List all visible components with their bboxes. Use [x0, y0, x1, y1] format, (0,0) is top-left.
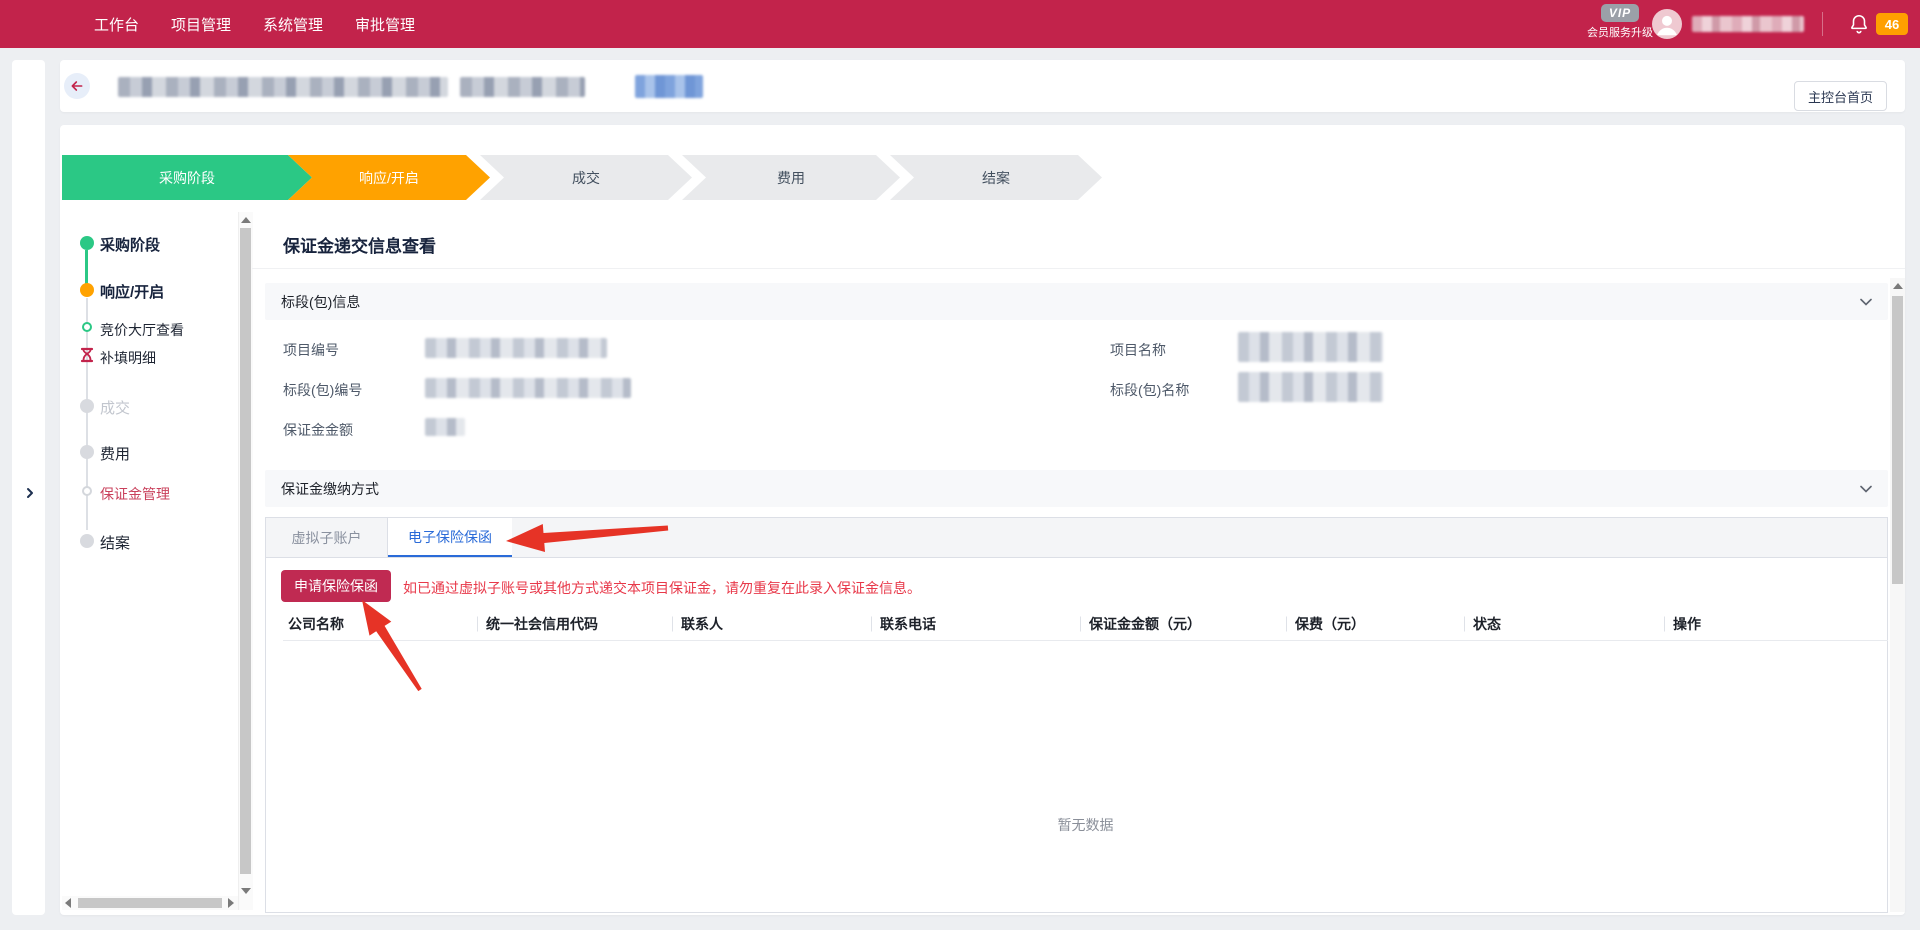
nav-item-system-management[interactable]: 系统管理: [263, 14, 323, 35]
stage-dot-deal: [80, 399, 94, 413]
stage-dot-fees: [80, 445, 94, 459]
field-value-project-no-redacted: [425, 338, 607, 358]
step-fees[interactable]: 费用: [682, 155, 900, 200]
col-status: 状态: [1465, 614, 1665, 634]
status-tag-redacted: [635, 75, 703, 98]
sidebar-item-fill-details[interactable]: 补填明细: [100, 348, 156, 368]
vip-caption: 会员服务升级: [1576, 24, 1664, 40]
section-header-package-info[interactable]: 标段(包)信息: [265, 283, 1888, 320]
col-deposit-amount: 保证金金额（元）: [1081, 614, 1287, 634]
sidebar-item-response-open[interactable]: 响应/开启: [100, 281, 164, 302]
expand-panel-chevron-icon[interactable]: [24, 486, 36, 498]
scroll-right-arrow-icon[interactable]: [228, 898, 234, 908]
field-label-package-no: 标段(包)编号: [283, 380, 362, 400]
step-label: 成交: [572, 168, 600, 188]
section-title: 保证金缴纳方式: [281, 479, 379, 499]
apply-insurance-guarantee-button[interactable]: 申请保险保函: [281, 570, 391, 602]
tab-virtual-subaccount[interactable]: 虚拟子账户: [266, 518, 388, 557]
timeline-connector-done: [85, 250, 88, 284]
content-scrollbar-thumb[interactable]: [1892, 296, 1903, 584]
stage-dot-response-open: [80, 283, 94, 297]
nav-item-workbench[interactable]: 工作台: [94, 14, 139, 35]
sidebar-scrollbar-thumb[interactable]: [240, 228, 251, 874]
sidebar-item-deposit-management[interactable]: 保证金管理: [100, 484, 170, 504]
chevron-down-icon[interactable]: [1860, 298, 1872, 306]
user-icon: [1652, 9, 1682, 39]
table-empty-state: 暂无数据: [283, 815, 1888, 835]
notification-count-badge[interactable]: 46: [1876, 13, 1908, 35]
sub-dot-deposit-management: [82, 486, 92, 496]
field-value-deposit-amount-redacted: [425, 418, 465, 436]
field-value-package-name-redacted: [1238, 372, 1383, 402]
sub-dot-bidding-hall: [82, 322, 92, 332]
title-divider: [252, 268, 1905, 269]
arrow-left-icon: [69, 78, 85, 94]
guarantee-table-header-row: 公司名称 统一社会信用代码 联系人 联系电话 保证金金额（元） 保费（元） 状态…: [283, 608, 1888, 641]
scroll-up-arrow-icon[interactable]: [241, 217, 251, 223]
payment-tabs-card: [265, 517, 1888, 913]
col-company-name: 公司名称: [283, 614, 478, 634]
stage-dot-close-case: [80, 534, 94, 548]
step-label: 结案: [982, 168, 1010, 188]
step-deal[interactable]: 成交: [480, 155, 692, 200]
section-header-payment-method[interactable]: 保证金缴纳方式: [265, 470, 1888, 507]
user-avatar[interactable]: [1652, 9, 1682, 39]
field-label-project-no: 项目编号: [283, 340, 339, 360]
scroll-left-arrow-icon[interactable]: [65, 898, 71, 908]
console-home-button[interactable]: 主控台首页: [1794, 81, 1887, 111]
scroll-down-arrow-icon[interactable]: [241, 888, 251, 894]
step-close-case[interactable]: 结案: [890, 155, 1102, 200]
field-label-deposit-amount: 保证金金额: [283, 420, 353, 440]
step-label: 采购阶段: [159, 168, 215, 188]
col-contact-person: 联系人: [673, 614, 872, 634]
field-label-package-name: 标段(包)名称: [1110, 380, 1189, 400]
sidebar-item-close-case[interactable]: 结案: [100, 532, 130, 553]
sidebar-item-fees[interactable]: 费用: [100, 443, 130, 464]
sidebar-item-deal[interactable]: 成交: [100, 397, 130, 418]
topbar-divider: [1822, 12, 1823, 36]
field-value-package-no-redacted: [425, 378, 631, 398]
main-nav: 工作台 项目管理 系统管理 审批管理: [94, 0, 415, 48]
field-label-project-name: 项目名称: [1110, 340, 1166, 360]
vip-upgrade[interactable]: VIP 会员服务升级: [1576, 4, 1664, 40]
step-response-open[interactable]: 响应/开启: [288, 155, 490, 200]
nav-item-approval-management[interactable]: 审批管理: [355, 14, 415, 35]
col-contact-phone: 联系电话: [872, 614, 1081, 634]
col-credit-code: 统一社会信用代码: [478, 614, 673, 634]
col-actions: 操作: [1665, 614, 1888, 634]
chevron-down-icon[interactable]: [1860, 485, 1872, 493]
notification-bell-icon[interactable]: [1848, 13, 1870, 35]
back-button[interactable]: [64, 73, 90, 99]
step-procurement-stage[interactable]: 采购阶段: [62, 155, 312, 200]
col-premium: 保费（元）: [1287, 614, 1465, 634]
tab-electronic-insurance-guarantee[interactable]: 电子保险保函: [388, 518, 512, 557]
scroll-up-arrow-icon[interactable]: [1893, 283, 1903, 289]
hourglass-icon: [79, 347, 95, 363]
vip-icon: VIP: [1601, 4, 1639, 22]
field-value-project-name-redacted: [1238, 332, 1383, 362]
step-label: 响应/开启: [359, 168, 419, 188]
nav-item-project-management[interactable]: 项目管理: [171, 14, 231, 35]
app-root: 工作台 项目管理 系统管理 审批管理 VIP 会员服务升级 46 主控台首页: [0, 0, 1920, 930]
step-label: 费用: [777, 168, 805, 188]
page-title: 保证金递交信息查看: [283, 232, 436, 257]
section-title: 标段(包)信息: [281, 292, 360, 312]
sidebar-hscrollbar-thumb[interactable]: [78, 898, 222, 908]
user-name-redacted: [1692, 16, 1804, 32]
sidebar-item-bidding-hall-view[interactable]: 竞价大厅查看: [100, 320, 184, 340]
project-subtitle-redacted: [460, 77, 585, 97]
stage-dot-procurement: [80, 236, 94, 250]
sidebar-item-procurement-stage[interactable]: 采购阶段: [100, 234, 160, 255]
project-title-redacted: [118, 77, 448, 97]
duplicate-deposit-warning: 如已通过虚拟子账号或其他方式递交本项目保证金，请勿重复在此录入保证金信息。: [403, 578, 921, 598]
